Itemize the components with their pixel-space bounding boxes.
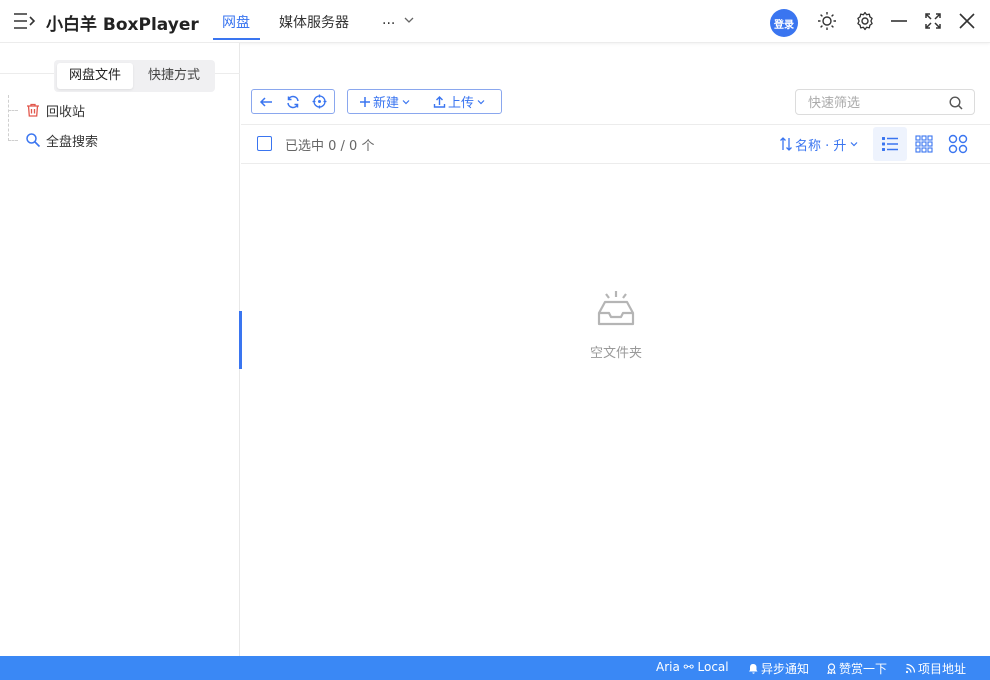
refresh-button[interactable]: [279, 90, 306, 113]
plus-icon: [360, 96, 370, 107]
donate-icon: [827, 663, 836, 674]
login-button[interactable]: 登录: [770, 9, 798, 37]
tree-guide-line: [8, 110, 18, 111]
menu-toggle-icon[interactable]: [13, 11, 37, 31]
tab-more[interactable]: ...: [382, 12, 415, 28]
trash-icon: [27, 103, 39, 117]
active-tab-indicator: [213, 38, 260, 40]
crosshair-icon: [312, 94, 327, 109]
tree-guide-line: [8, 140, 18, 141]
locate-button[interactable]: [306, 90, 333, 113]
segment-netdisk-files[interactable]: 网盘文件: [57, 63, 133, 89]
notify-label: 异步通知: [761, 662, 810, 676]
chevron-down-icon: [850, 142, 858, 147]
theme-sun-icon[interactable]: [817, 11, 837, 31]
sidebar-item-recycle-bin[interactable]: 回收站: [25, 99, 85, 121]
app-title: 小白羊 BoxPlayer: [46, 15, 199, 35]
bell-icon: [749, 663, 758, 674]
minimize-icon[interactable]: [889, 11, 909, 31]
upload-icon: [433, 96, 446, 108]
sort-icon: [780, 137, 792, 151]
file-action-group: 新建 上传: [347, 89, 502, 114]
view-grid-button[interactable]: [907, 127, 941, 161]
tab-media-server[interactable]: 媒体服务器: [279, 12, 349, 32]
sidebar: 网盘文件 快捷方式 回收站 全盘搜索: [0, 43, 240, 656]
tree-guide-line: [8, 95, 9, 141]
quick-filter-box: [795, 89, 975, 115]
status-bar: Aria ⚯ Local 异步通知 赞赏一下 项目地址: [0, 656, 990, 680]
tab-netdisk[interactable]: 网盘: [222, 12, 250, 32]
chevron-down-icon: [477, 99, 485, 104]
large-icon-view-icon: [948, 134, 968, 154]
view-list-button[interactable]: [873, 127, 907, 161]
sort-label: 名称 · 升: [795, 138, 847, 154]
sidebar-item-label: 全盘搜索: [46, 134, 99, 150]
nav-button-group: [251, 89, 335, 114]
project-link[interactable]: 项目地址: [905, 660, 966, 677]
toolbar-divider: [241, 124, 990, 125]
list-view-icon: [882, 137, 898, 151]
upload-button[interactable]: 上传: [422, 90, 497, 113]
new-button[interactable]: 新建: [348, 90, 422, 113]
sidebar-item-label: 回收站: [46, 104, 86, 120]
search-icon[interactable]: [948, 95, 964, 111]
new-button-label: 新建: [373, 96, 400, 111]
donate-label: 赞赏一下: [839, 662, 888, 676]
quick-filter-input[interactable]: [808, 94, 948, 112]
close-icon[interactable]: [957, 11, 977, 31]
sidebar-segment-control: 网盘文件 快捷方式: [54, 60, 215, 92]
upload-button-label: 上传: [448, 96, 475, 111]
donate-button[interactable]: 赞赏一下: [826, 660, 887, 677]
arrow-left-icon: [259, 96, 272, 107]
empty-folder-text: 空文件夹: [589, 346, 642, 361]
tab-more-label: ...: [382, 12, 396, 28]
selection-count: 已选中 0 / 0 个: [285, 139, 375, 154]
file-panel: 新建 上传 已选中 0 / 0 个 名称 · 升 空文件夹: [241, 43, 990, 656]
segment-shortcuts[interactable]: 快捷方式: [136, 63, 212, 89]
project-label: 项目地址: [918, 662, 967, 676]
aria-local-status[interactable]: Aria ⚯ Local: [656, 660, 729, 674]
settings-gear-icon[interactable]: [855, 11, 875, 31]
aria-status-label: Aria ⚯ Local: [656, 660, 729, 674]
grid-view-icon: [915, 135, 933, 153]
empty-inbox-icon: [597, 291, 635, 326]
refresh-icon: [286, 95, 299, 108]
maximize-icon[interactable]: [923, 11, 943, 31]
view-large-icon-button[interactable]: [941, 127, 975, 161]
async-notify-button[interactable]: 异步通知: [748, 660, 809, 677]
search-icon: [26, 133, 41, 148]
select-all-checkbox[interactable]: [257, 136, 272, 151]
header-divider: [241, 163, 990, 164]
chevron-down-icon: [402, 99, 410, 104]
chevron-down-icon: [404, 17, 414, 23]
sort-button[interactable]: 名称 · 升: [779, 134, 859, 154]
rss-icon: [905, 663, 916, 674]
sidebar-item-full-search[interactable]: 全盘搜索: [25, 129, 98, 151]
title-bar: 小白羊 BoxPlayer 网盘 媒体服务器 ... 登录: [0, 0, 990, 43]
back-button[interactable]: [252, 90, 279, 113]
